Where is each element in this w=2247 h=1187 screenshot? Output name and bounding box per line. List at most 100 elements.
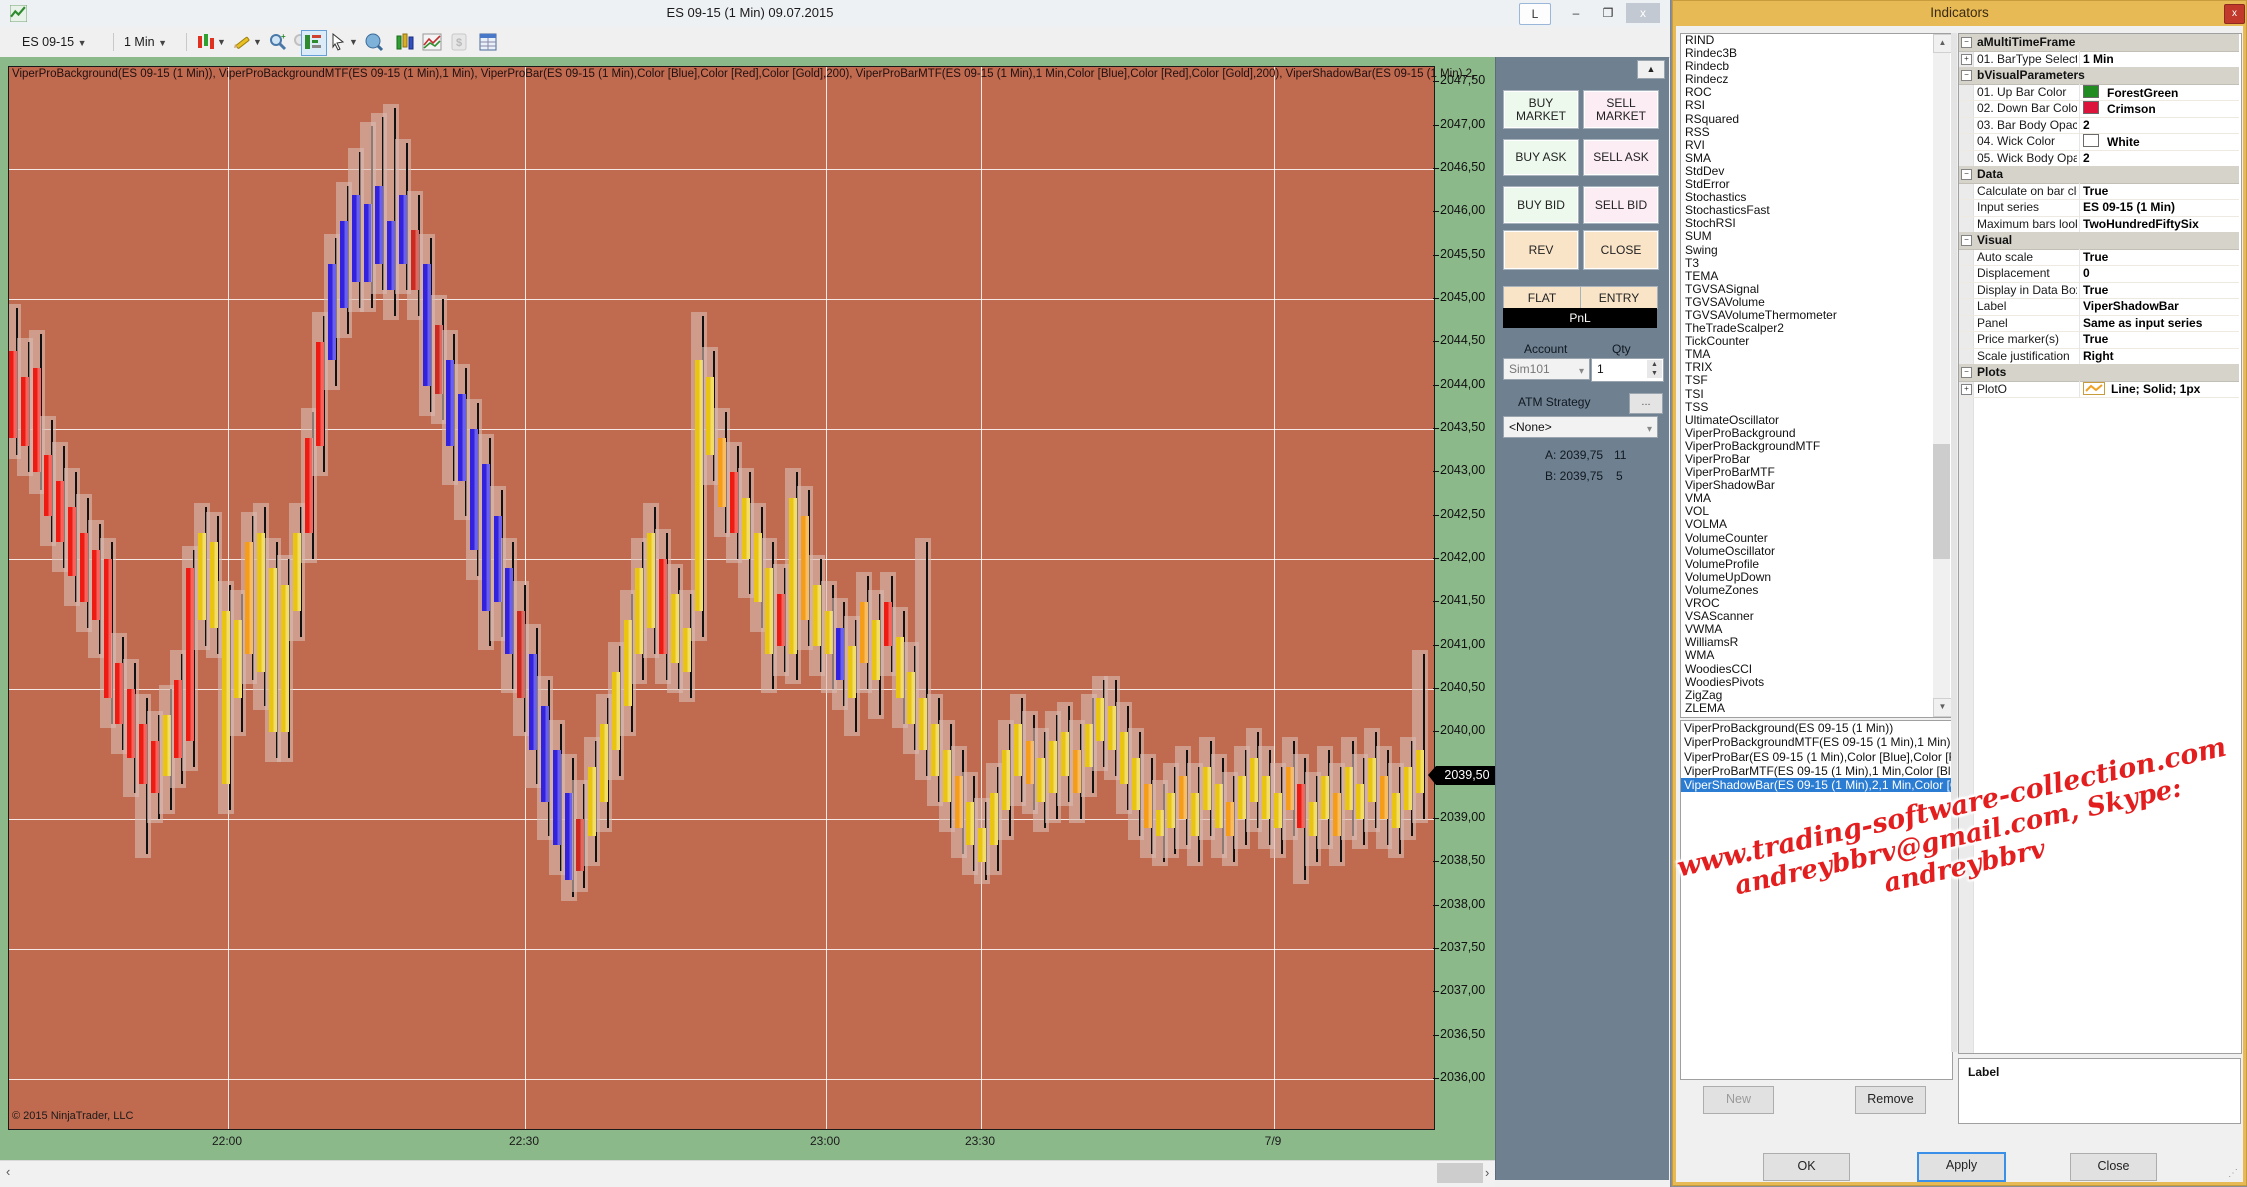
dialog-close-icon[interactable]: x	[2224, 4, 2245, 24]
link-button[interactable]: L	[1519, 3, 1551, 25]
indicator-list-item[interactable]: WoodiesCCI	[1681, 663, 1952, 676]
scroll-left-icon[interactable]: ‹	[6, 1164, 10, 1179]
property-value[interactable]: ES 09-15 (1 Min)	[2083, 200, 2235, 214]
new-button[interactable]: New	[1703, 1086, 1774, 1114]
flat-button[interactable]: FLAT	[1503, 286, 1581, 309]
indicator-list-item[interactable]: RSS	[1681, 126, 1952, 139]
indicator-list-item[interactable]: VolumeProfile	[1681, 558, 1952, 571]
indicator-list-item[interactable]: TEMA	[1681, 270, 1952, 283]
chevron-down-icon[interactable]: ▼	[349, 31, 358, 53]
scroll-right-icon[interactable]: ›	[1485, 1165, 1489, 1180]
sell-ask-button[interactable]: SELL ASK	[1583, 139, 1659, 176]
properties-grid[interactable]: −aMultiTimeFrame+01. BarType Selection1 …	[1958, 33, 2242, 1054]
collapse-icon[interactable]: −	[1961, 367, 1972, 378]
property-category[interactable]: −bVisualParameters	[1959, 67, 2239, 85]
indicator-list-item[interactable]: TSI	[1681, 388, 1952, 401]
indicator-list-item[interactable]: TMA	[1681, 348, 1952, 361]
property-category[interactable]: −Data	[1959, 166, 2239, 184]
property-value[interactable]: ViperShadowBar	[2083, 299, 2235, 313]
resize-grip-icon[interactable]: ⋰	[2228, 1168, 2238, 1178]
ok-button[interactable]: OK	[1763, 1153, 1850, 1181]
indicator-list-item[interactable]: ZigZag	[1681, 689, 1952, 702]
dollar-icon[interactable]: $	[449, 32, 469, 52]
account-select[interactable]: Sim101▾	[1503, 358, 1590, 380]
chart-trader-icon[interactable]	[303, 32, 323, 52]
property-row[interactable]: Price marker(s)True	[1959, 331, 2239, 349]
property-row[interactable]: 05. Wick Body Opacity2	[1959, 150, 2239, 168]
property-value[interactable]: True	[2083, 250, 2235, 264]
indicator-list-item[interactable]: ROC	[1681, 86, 1952, 99]
property-row[interactable]: Displacement0	[1959, 265, 2239, 283]
indicator-list-item[interactable]: TRIX	[1681, 361, 1952, 374]
configured-indicator-item[interactable]: ViperShadowBar(ES 09-15 (1 Min),2,1 Min,…	[1681, 778, 1952, 792]
indicator-list-item[interactable]: ZLEMA	[1681, 702, 1952, 715]
property-row[interactable]: Auto scaleTrue	[1959, 249, 2239, 267]
rev-button[interactable]: REV	[1503, 230, 1579, 270]
indicator-list-item[interactable]: Swing	[1681, 244, 1952, 257]
list-scrollbar[interactable]: ▲ ▼	[1933, 34, 1950, 715]
indicator-list-item[interactable]: WMA	[1681, 649, 1952, 662]
data-box-icon[interactable]	[364, 32, 384, 52]
property-row[interactable]: Scale justificationRight	[1959, 348, 2239, 366]
entry-button[interactable]: ENTRY	[1580, 286, 1658, 309]
collapse-icon[interactable]: −	[1961, 70, 1972, 81]
indicator-list-item[interactable]: RVI	[1681, 139, 1952, 152]
apply-button[interactable]: Apply	[1917, 1152, 2006, 1182]
indicator-list-item[interactable]: VolumeZones	[1681, 584, 1952, 597]
scroll-up-icon[interactable]: ▲	[1933, 34, 1952, 53]
stepper-arrows-icon[interactable]: ▲▼	[1647, 360, 1662, 378]
property-value[interactable]: TwoHundredFiftySix	[2083, 217, 2235, 231]
property-value[interactable]: 2	[2083, 151, 2235, 165]
scrollbar-thumb[interactable]	[1933, 444, 1950, 559]
indicator-list-item[interactable]: TSS	[1681, 401, 1952, 414]
remove-button[interactable]: Remove	[1855, 1086, 1926, 1114]
configured-indicator-item[interactable]: ViperProBackground(ES 09-15 (1 Min))	[1681, 721, 1952, 735]
indicator-list-item[interactable]: WoodiesPivots	[1681, 676, 1952, 689]
property-category[interactable]: −aMultiTimeFrame	[1959, 34, 2239, 52]
indicator-list-item[interactable]: StochRSI	[1681, 217, 1952, 230]
grid-icon[interactable]	[478, 32, 498, 52]
buy-market-button[interactable]: BUY MARKET	[1503, 90, 1579, 129]
bars-icon[interactable]	[395, 32, 415, 52]
indicator-list-item[interactable]: TickCounter	[1681, 335, 1952, 348]
available-indicators-list[interactable]: RINDRindec3BRindecbRindeczROCRSIRSquared…	[1680, 33, 1953, 718]
collapse-icon[interactable]: −	[1961, 235, 1972, 246]
dialog-close-button[interactable]: Close	[2070, 1153, 2157, 1181]
expand-icon[interactable]: +	[1961, 384, 1972, 395]
cursor-icon[interactable]	[328, 32, 348, 52]
minimize-button[interactable]: –	[1562, 3, 1590, 23]
indicator-list-item[interactable]: SUM	[1681, 230, 1952, 243]
buy-ask-button[interactable]: BUY ASK	[1503, 139, 1579, 176]
close-button[interactable]: x	[1626, 3, 1660, 23]
atm-strategy-select[interactable]: <None>▾	[1503, 416, 1658, 438]
indicator-list-item[interactable]: RSquared	[1681, 113, 1952, 126]
buy-bid-button[interactable]: BUY BID	[1503, 186, 1579, 224]
property-value[interactable]: Line; Solid; 1px	[2083, 382, 2235, 396]
property-value[interactable]: True	[2083, 283, 2235, 297]
property-row[interactable]: 01. Up Bar ColorForestGreen	[1959, 84, 2239, 102]
collapse-icon[interactable]: −	[1961, 169, 1972, 180]
indicator-list-item[interactable]: WilliamsR	[1681, 636, 1952, 649]
property-value[interactable]: Right	[2083, 349, 2235, 363]
zoom-in-icon[interactable]: +	[268, 32, 288, 52]
property-value[interactable]: True	[2083, 332, 2235, 346]
expand-icon[interactable]: +	[1961, 54, 1972, 65]
collapse-panel-button[interactable]: ▲	[1637, 60, 1665, 79]
indicator-list-item[interactable]: TGVSASignal	[1681, 283, 1952, 296]
scroll-down-icon[interactable]: ▼	[1933, 698, 1952, 717]
configured-indicator-item[interactable]: ViperProBackgroundMTF(ES 09-15 (1 Min),1…	[1681, 735, 1952, 749]
chart-style-icon[interactable]	[422, 32, 442, 52]
indicator-list-item[interactable]: VolumeCounter	[1681, 532, 1952, 545]
bar-style-icon[interactable]	[196, 32, 216, 52]
indicator-list-item[interactable]: VolumeOscillator	[1681, 545, 1952, 558]
property-value[interactable]: Crimson	[2083, 101, 2235, 116]
indicator-list-item[interactable]: TGVSAVolume	[1681, 296, 1952, 309]
instrument-selector[interactable]: ES 09-15 ▼	[22, 31, 87, 53]
property-row[interactable]: Maximum bars look baTwoHundredFiftySix	[1959, 216, 2239, 234]
chevron-down-icon[interactable]: ▼	[217, 31, 226, 53]
chevron-down-icon[interactable]: ▼	[253, 31, 262, 53]
quantity-stepper[interactable]: 1 ▲▼	[1591, 358, 1664, 382]
panel-splitter[interactable]	[1951, 33, 1957, 1052]
scrollbar-thumb[interactable]	[1437, 1163, 1483, 1183]
property-category[interactable]: −Plots	[1959, 364, 2239, 382]
